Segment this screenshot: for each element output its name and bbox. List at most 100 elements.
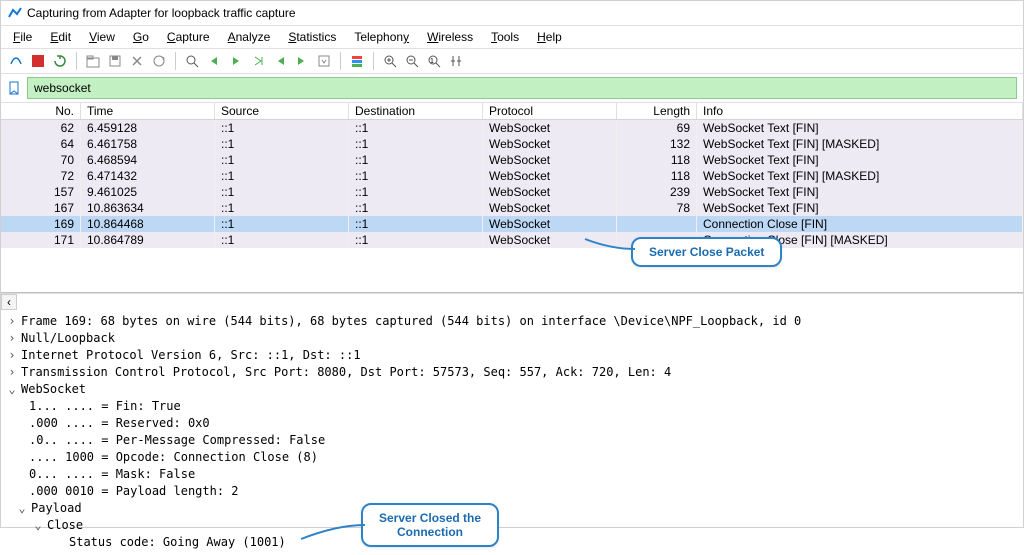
tree-leaf[interactable]: .0.. .... = Per-Message Compressed: Fals… <box>7 432 1017 449</box>
collapse-icon[interactable]: ⌄ <box>17 500 27 517</box>
packet-row[interactable]: 726.471432::1::1WebSocket118WebSocket Te… <box>1 168 1023 184</box>
scroll-left-icon[interactable]: ‹ <box>1 294 17 310</box>
start-capture-icon[interactable] <box>7 52 25 70</box>
col-header-no[interactable]: No. <box>1 103 81 119</box>
menu-view[interactable]: View <box>81 28 123 46</box>
tree-leaf[interactable]: .000 .... = Reserved: 0x0 <box>7 415 1017 432</box>
col-header-info[interactable]: Info <box>697 103 1023 119</box>
go-to-icon[interactable] <box>249 52 267 70</box>
toolbar-separator <box>76 52 77 70</box>
col-header-time[interactable]: Time <box>81 103 215 119</box>
colorize-icon[interactable] <box>348 52 366 70</box>
menu-tools[interactable]: Tools <box>483 28 527 46</box>
cell-no: 169 <box>1 216 81 232</box>
cell-prot: WebSocket <box>483 136 617 152</box>
save-icon[interactable] <box>106 52 124 70</box>
callout-text: Server Close Packet <box>649 245 764 259</box>
cell-time: 6.461758 <box>81 136 215 152</box>
cell-time: 10.863634 <box>81 200 215 216</box>
packet-details-pane[interactable]: ›Frame 169: 68 bytes on wire (544 bits),… <box>1 309 1023 555</box>
cell-dst: ::1 <box>349 200 483 216</box>
cell-time: 9.461025 <box>81 184 215 200</box>
cell-time: 10.864468 <box>81 216 215 232</box>
expand-icon[interactable]: › <box>7 330 17 347</box>
menu-edit[interactable]: Edit <box>42 28 79 46</box>
cell-dst: ::1 <box>349 136 483 152</box>
cell-info: WebSocket Text [FIN] <box>697 152 1023 168</box>
menu-go[interactable]: Go <box>125 28 157 46</box>
packet-row[interactable]: 16710.863634::1::1WebSocket78WebSocket T… <box>1 200 1023 216</box>
packet-row[interactable]: 646.461758::1::1WebSocket132WebSocket Te… <box>1 136 1023 152</box>
toolbar-separator <box>340 52 341 70</box>
menu-capture[interactable]: Capture <box>159 28 218 46</box>
stop-capture-icon[interactable] <box>29 52 47 70</box>
find-icon[interactable] <box>183 52 201 70</box>
cell-no: 157 <box>1 184 81 200</box>
menu-wireless[interactable]: Wireless <box>419 28 481 46</box>
cell-no: 72 <box>1 168 81 184</box>
open-icon[interactable] <box>84 52 102 70</box>
cell-src: ::1 <box>215 120 349 136</box>
collapse-icon[interactable]: ⌄ <box>7 381 17 398</box>
cell-time: 6.459128 <box>81 120 215 136</box>
cell-info: WebSocket Text [FIN] <box>697 200 1023 216</box>
menu-analyze[interactable]: Analyze <box>220 28 279 46</box>
bookmark-filter-icon[interactable] <box>7 81 21 95</box>
zoom-reset-icon[interactable]: 1 <box>425 52 443 70</box>
menu-statistics[interactable]: Statistics <box>280 28 344 46</box>
col-header-len[interactable]: Length <box>617 103 697 119</box>
last-packet-icon[interactable] <box>293 52 311 70</box>
tree-leaf[interactable]: .... 1000 = Opcode: Connection Close (8) <box>7 449 1017 466</box>
cell-prot: WebSocket <box>483 120 617 136</box>
cell-src: ::1 <box>215 232 349 248</box>
toolbar: 1 <box>1 49 1023 74</box>
cell-no: 62 <box>1 120 81 136</box>
title-bar: Capturing from Adapter for loopback traf… <box>1 1 1023 26</box>
expand-icon[interactable]: › <box>7 364 17 381</box>
packet-row[interactable]: 626.459128::1::1WebSocket69WebSocket Tex… <box>1 120 1023 136</box>
packet-row[interactable]: 17110.864789::1::1WebSocketConnection Cl… <box>1 232 1023 248</box>
tree-node: ⌄Close <box>7 517 1017 534</box>
packet-list-pane: No. Time Source Destination Protocol Len… <box>1 103 1023 293</box>
auto-scroll-icon[interactable] <box>315 52 333 70</box>
cell-len: 69 <box>617 120 697 136</box>
packet-row[interactable]: 16910.864468::1::1WebSocketConnection Cl… <box>1 216 1023 232</box>
cell-time: 10.864789 <box>81 232 215 248</box>
zoom-in-icon[interactable] <box>381 52 399 70</box>
horizontal-scrollbar[interactable]: ‹ <box>1 293 1023 309</box>
cell-len: 118 <box>617 168 697 184</box>
packet-row[interactable]: 706.468594::1::1WebSocket118WebSocket Te… <box>1 152 1023 168</box>
menu-help[interactable]: Help <box>529 28 570 46</box>
restart-capture-icon[interactable] <box>51 52 69 70</box>
col-header-src[interactable]: Source <box>215 103 349 119</box>
tree-node: ⌄Payload <box>7 500 1017 517</box>
toolbar-separator <box>373 52 374 70</box>
menu-telephony[interactable]: Telephony <box>346 28 417 46</box>
menu-file[interactable]: File <box>5 28 40 46</box>
cell-prot: WebSocket <box>483 184 617 200</box>
col-header-dst[interactable]: Destination <box>349 103 483 119</box>
expand-icon[interactable]: › <box>7 347 17 364</box>
tree-leaf[interactable]: .000 0010 = Payload length: 2 <box>7 483 1017 500</box>
tree-leaf[interactable]: Status code: Going Away (1001) <box>7 534 1017 551</box>
packet-row[interactable]: 1579.461025::1::1WebSocket239WebSocket T… <box>1 184 1023 200</box>
cell-dst: ::1 <box>349 232 483 248</box>
zoom-out-icon[interactable] <box>403 52 421 70</box>
first-packet-icon[interactable] <box>271 52 289 70</box>
col-header-prot[interactable]: Protocol <box>483 103 617 119</box>
tree-leaf[interactable]: 1... .... = Fin: True <box>7 398 1017 415</box>
tree-leaf[interactable]: 0... .... = Mask: False <box>7 466 1017 483</box>
cell-time: 6.471432 <box>81 168 215 184</box>
expand-icon[interactable]: › <box>7 313 17 330</box>
filter-bar <box>1 74 1023 103</box>
go-forward-icon[interactable] <box>227 52 245 70</box>
cell-len: 78 <box>617 200 697 216</box>
menu-bar: File Edit View Go Capture Analyze Statis… <box>1 26 1023 49</box>
resize-columns-icon[interactable] <box>447 52 465 70</box>
reload-icon[interactable] <box>150 52 168 70</box>
svg-text:1: 1 <box>430 58 434 65</box>
close-icon[interactable] <box>128 52 146 70</box>
go-back-icon[interactable] <box>205 52 223 70</box>
collapse-icon[interactable]: ⌄ <box>33 517 43 534</box>
display-filter-input[interactable] <box>27 77 1017 99</box>
